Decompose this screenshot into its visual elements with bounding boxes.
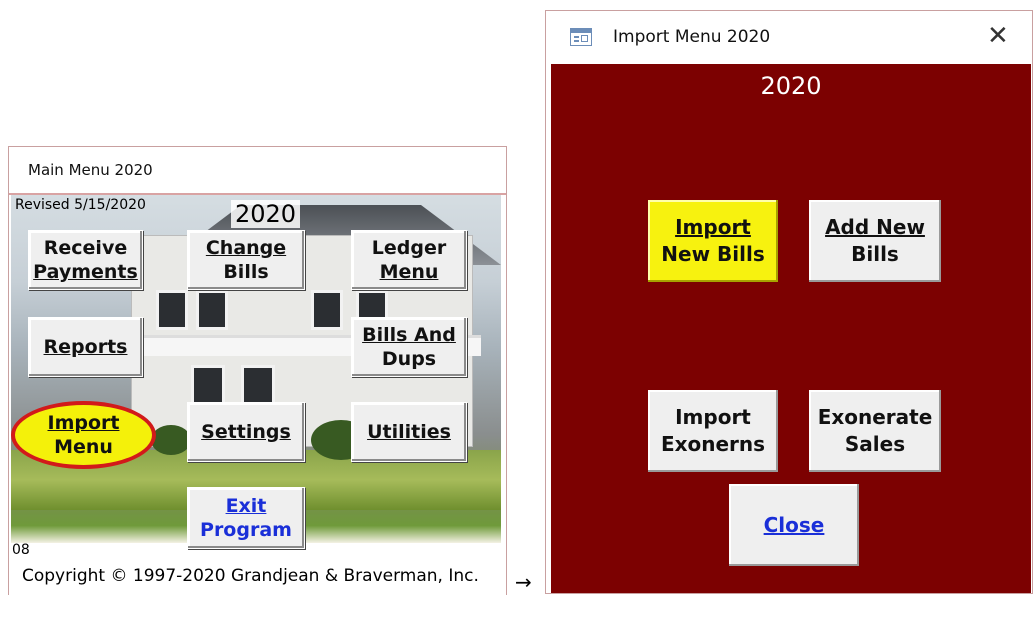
bills-and-dups-button[interactable]: Bills And Dups [351, 317, 467, 377]
settings-button[interactable]: Settings [187, 402, 305, 462]
import-menu-year: 2020 [760, 72, 822, 100]
button-label-line: Payments [33, 261, 138, 283]
button-label-line: Bills And [362, 324, 456, 346]
import-exonerns-button[interactable]: Import Exonerns [648, 390, 778, 472]
button-label-line: Ledger [371, 237, 447, 259]
button-label-line: Add New [825, 215, 925, 239]
import-menu-button[interactable]: Import Menu [11, 401, 156, 469]
main-menu-titlebar: Main Menu 2020 [9, 147, 506, 195]
button-label: Utilities [367, 421, 451, 443]
button-label: Close [763, 512, 825, 537]
button-label-line: Sales [844, 432, 906, 456]
exonerate-sales-button[interactable]: Exonerate Sales [809, 390, 941, 472]
button-label-line: Import [675, 215, 751, 239]
button-label-line: Menu [379, 261, 439, 283]
button-label-line: Receive [43, 237, 128, 259]
button-label-line: Import [675, 405, 751, 429]
button-label-line: Change [205, 237, 287, 259]
button-label-line: Import [47, 412, 120, 434]
copyright-text: Copyright © 1997-2020 Grandjean & Braver… [22, 566, 479, 586]
button-label-line: Menu [54, 436, 113, 458]
close-button[interactable]: Close [729, 484, 859, 566]
button-label-line: Dups [381, 348, 437, 370]
form-icon [570, 28, 592, 46]
button-label: Reports [43, 336, 128, 358]
button-label-line: Bills [851, 242, 899, 266]
button-label: Settings [201, 421, 291, 443]
button-label-line: New Bills [661, 242, 765, 266]
import-menu-titlebar: Import Menu 2020 ✕ [546, 11, 1032, 63]
shrub [151, 425, 191, 455]
close-icon[interactable]: ✕ [987, 21, 1009, 51]
reports-button[interactable]: Reports [28, 317, 143, 377]
receive-payments-button[interactable]: Receive Payments [28, 230, 143, 290]
house-window [196, 290, 228, 330]
button-label-line: Exonerns [660, 432, 766, 456]
arrow-icon: → [515, 570, 532, 594]
revised-date: Revised 5/15/2020 [15, 197, 146, 213]
button-label-line: Bills [223, 261, 269, 283]
button-label-line: Exit [225, 495, 267, 517]
main-menu-window: Main Menu 2020 Revised 5/15/2020 2020 Re… [8, 146, 507, 630]
utilities-button[interactable]: Utilities [351, 402, 467, 462]
import-menu-title: Import Menu 2020 [613, 27, 771, 47]
import-menu-body: 2020 Import New Bills Add New Bills Impo… [551, 64, 1031, 593]
exit-program-button[interactable]: Exit Program [187, 487, 305, 549]
house-window [156, 290, 188, 330]
ledger-menu-button[interactable]: Ledger Menu [351, 230, 467, 290]
import-new-bills-button[interactable]: Import New Bills [648, 200, 778, 282]
import-menu-window: Import Menu 2020 ✕ 2020 Import New Bills… [545, 10, 1033, 594]
main-menu-year: 2020 [231, 200, 301, 228]
house-window [311, 290, 343, 330]
version-code: 08 [12, 542, 30, 558]
button-label-line: Program [200, 519, 292, 541]
change-bills-button[interactable]: Change Bills [187, 230, 305, 290]
button-label-line: Exonerate [817, 405, 933, 429]
add-new-bills-button[interactable]: Add New Bills [809, 200, 941, 282]
main-menu-title: Main Menu 2020 [28, 161, 153, 179]
